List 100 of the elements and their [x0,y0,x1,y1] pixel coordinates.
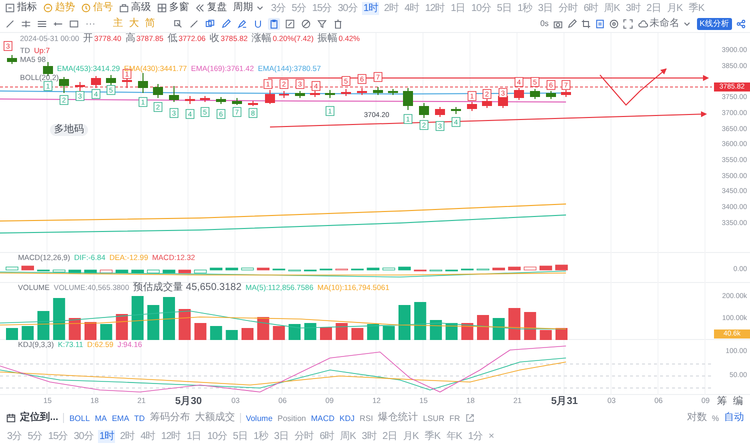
scale-option[interactable]: 自动 [724,412,744,424]
interval-tab[interactable]: 3分 [6,430,23,442]
toolbar-button[interactable]: 复盘 [194,2,228,14]
document-icon[interactable] [594,19,605,29]
horizontal-lines-tool[interactable] [36,18,48,30]
axis-tool-button[interactable]: 编 [732,396,744,408]
volume-bar [336,323,348,340]
fullscreen-icon[interactable] [622,19,633,29]
share-icon[interactable] [736,19,746,29]
filter-tool[interactable] [316,18,328,30]
interval-tab[interactable]: 2日 [645,2,662,14]
interval-tab[interactable]: 年K [445,430,463,442]
interval-tab[interactable]: 15分 [47,430,69,442]
interval-tab[interactable]: 12时 [160,430,182,442]
chart-label[interactable]: 多地码 [50,124,88,136]
toolbar-button[interactable]: 多窗 [156,2,190,14]
scale-option[interactable]: 对数 [686,412,707,424]
interval-tab[interactable]: 6时 [318,430,336,442]
axis-tool-button[interactable]: 筹 [716,396,728,408]
indicator-toggle[interactable]: 筹码分布 [150,412,190,424]
toolbar-button[interactable]: 高级 [118,2,152,14]
indicator-toggle[interactable]: FR [449,412,460,424]
interval-tab[interactable]: 月K [402,430,420,442]
indicator-toggle[interactable]: Volume [246,412,273,424]
interval-tab[interactable]: 4时 [140,430,156,442]
layers-tool[interactable] [204,18,216,30]
interval-tab[interactable]: 分时 [294,430,315,442]
interval-tab[interactable]: 5日 [232,430,248,442]
style-button[interactable]: 大 [128,18,140,30]
analysis-button[interactable]: K线分析 [696,18,732,30]
interval-tab[interactable]: 5分 [26,430,44,442]
interval-tab[interactable]: 6时 [582,2,600,14]
external-link-icon[interactable] [465,413,476,423]
indicator-toggle[interactable]: RSI [360,412,374,424]
indicator-toggle[interactable]: EMA [112,412,130,424]
note-tool[interactable] [284,18,296,30]
rectangle-tool[interactable] [68,18,80,30]
scale-option[interactable]: % [712,412,719,424]
toolbar-button[interactable]: 信号 [80,2,114,14]
interval-tab[interactable]: 1日 [450,2,466,14]
indicator-toggle[interactable]: MACD [310,412,335,424]
interval-tab[interactable]: 3日 [537,2,554,14]
interval-tab[interactable]: 月K [666,2,684,14]
indicator-toggle[interactable]: 大额成交 [194,412,235,424]
style-button[interactable]: 简 [144,18,156,30]
interval-tab[interactable]: 1时 [362,2,379,14]
interval-tab[interactable]: 3时 [360,430,378,442]
interval-tab[interactable]: 1日 [186,430,202,442]
toolbar-button[interactable]: 周期 [232,2,266,14]
pencil-tool[interactable] [220,18,232,30]
toolbar-button[interactable]: 指标 [4,2,38,14]
layout-dropdown[interactable]: 未命名 [636,18,693,30]
clipboard-tool[interactable] [268,18,280,30]
interval-tab[interactable]: 10分 [206,430,228,442]
style-button[interactable]: 主 [112,18,124,30]
indicator-toggle[interactable]: TD [134,412,145,424]
interval-tab[interactable]: 3分 [270,2,287,14]
line-tool[interactable] [4,18,16,30]
toolbar-button[interactable]: 趋势 [42,2,76,14]
interval-tab[interactable]: 12时 [424,2,446,14]
interval-tab[interactable]: 周K [603,2,621,14]
indicator-toggle[interactable]: Position [278,412,306,424]
interval-tab[interactable]: 1秒 [516,2,533,14]
interval-tab[interactable]: 15分 [311,2,333,14]
interval-tab[interactable]: 季K [424,430,442,442]
indicator-toggle[interactable]: BOLL [69,412,90,424]
camera-icon[interactable] [552,19,563,29]
interval-tab[interactable]: 2时 [382,2,400,14]
interval-tab[interactable]: 3日 [273,430,290,442]
parallel-lines-tool[interactable] [20,18,32,30]
interval-tab[interactable]: 1分 [466,430,484,442]
candlestick [43,62,53,76]
calendar-icon [6,413,16,423]
pen-tool[interactable] [236,18,248,30]
interval-tab[interactable]: 2日 [381,430,398,442]
locate-button[interactable]: 定位到... [6,412,58,424]
interval-tab[interactable]: 季K [688,2,706,14]
indicator-toggle[interactable]: MA [94,412,107,424]
refresh-timer[interactable]: 0s [540,18,549,30]
interval-tab[interactable]: 30分 [336,2,358,14]
interval-tab[interactable]: 5日 [496,2,512,14]
interval-tab[interactable]: 5分 [290,2,308,14]
interval-tab[interactable]: 周K [339,430,357,442]
magnet-tool[interactable] [252,18,264,30]
interval-tab[interactable]: 分时 [558,2,579,14]
interval-tab[interactable]: 3时 [624,2,642,14]
interval-tab[interactable]: 1秒 [252,430,269,442]
settings-icon[interactable] [608,19,619,29]
indicator-toggle[interactable]: LSUR [423,412,444,424]
interval-tab[interactable]: 10分 [470,2,492,14]
interval-tab[interactable]: 4时 [404,2,420,14]
interval-tab[interactable]: 2时 [118,430,136,442]
indicator-toggle[interactable]: KDJ [340,412,355,424]
pencil-icon[interactable] [566,19,577,29]
interval-tab[interactable]: 1时 [98,430,115,442]
close-button[interactable]: × [488,430,495,442]
interval-tab[interactable]: 30分 [72,430,94,442]
crop-icon[interactable] [580,19,591,29]
indicator-toggle[interactable]: 爆仓统计 [378,412,418,424]
trash-tool[interactable] [332,18,344,30]
